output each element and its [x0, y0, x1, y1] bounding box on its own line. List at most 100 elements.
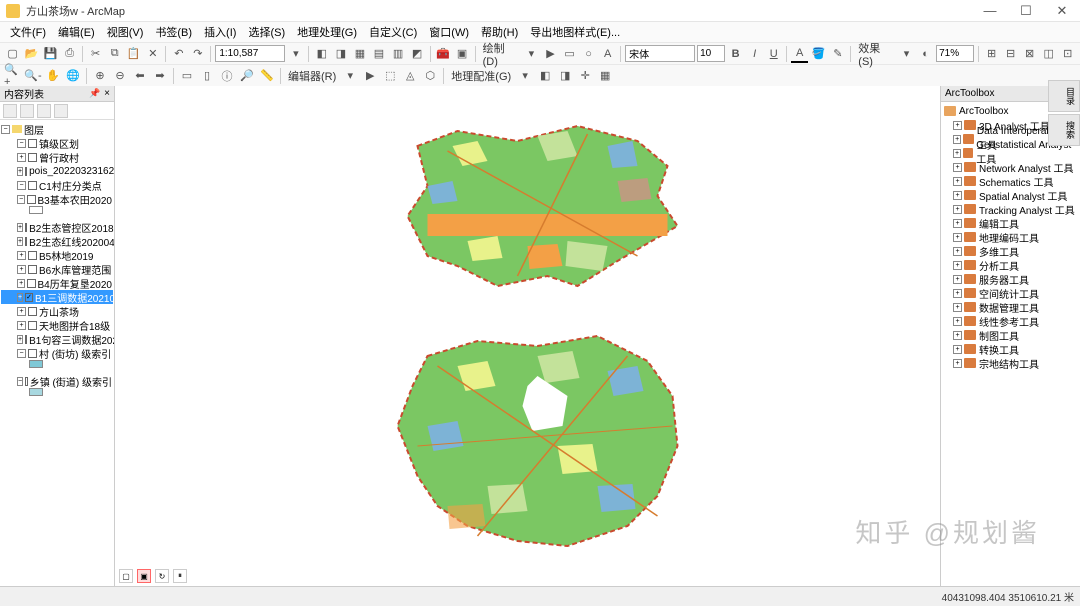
underline-icon[interactable]: U — [765, 45, 782, 63]
layer-item[interactable]: +B1三调数据202107 — [1, 290, 113, 304]
edit-arrow-icon[interactable]: ▶ — [361, 67, 379, 85]
tool4-icon[interactable]: ▤ — [370, 45, 387, 63]
new-icon[interactable]: ▢ — [4, 45, 21, 63]
zoom-in-icon[interactable]: 🔍+ — [4, 67, 22, 85]
menu-item[interactable]: 自定义(C) — [364, 23, 422, 41]
font-select[interactable] — [625, 45, 695, 62]
georef-label[interactable]: 地理配准(G) — [448, 68, 514, 84]
menu-item[interactable]: 帮助(H) — [476, 23, 523, 41]
open-icon[interactable]: 📂 — [23, 45, 40, 63]
snap5-icon[interactable]: ⊡ — [1059, 45, 1076, 63]
snap4-icon[interactable]: ◫ — [1040, 45, 1057, 63]
tool2-icon[interactable]: ◨ — [332, 45, 349, 63]
zoom-out-icon[interactable]: 🔍- — [24, 67, 42, 85]
effects-pct[interactable] — [936, 45, 974, 62]
edit3-icon[interactable]: ⬡ — [421, 67, 439, 85]
map-canvas[interactable]: ▢ ▣ ↻ ⏸ — [115, 86, 940, 586]
layer-item[interactable]: +方山茶场 — [1, 304, 113, 318]
layer-item[interactable]: −乡镇 (街道) 级索引 — [1, 374, 113, 388]
menu-item[interactable]: 地理处理(G) — [292, 23, 362, 41]
panel-close-icon[interactable]: × — [104, 88, 110, 99]
draw-dropdown-icon[interactable]: ▾ — [523, 45, 540, 63]
print-icon[interactable]: ⎙ — [61, 45, 78, 63]
toolbox-icon[interactable]: 🧰 — [435, 45, 452, 63]
toc-view1-icon[interactable] — [3, 104, 17, 118]
pan-icon[interactable]: ✋ — [44, 67, 62, 85]
select-icon[interactable]: ▭ — [178, 67, 196, 85]
toc-root[interactable]: −图层 — [1, 122, 113, 136]
toolbox-item[interactable]: +Schematics 工具 — [943, 174, 1078, 188]
refresh-button[interactable]: ↻ — [155, 569, 169, 583]
measure-icon[interactable]: 📏 — [258, 67, 276, 85]
tool3-icon[interactable]: ▦ — [351, 45, 368, 63]
snap2-icon[interactable]: ⊟ — [1002, 45, 1019, 63]
python-icon[interactable]: ▣ — [454, 45, 471, 63]
effects-label[interactable]: 效果(S) — [855, 40, 896, 68]
toc-view3-icon[interactable] — [37, 104, 51, 118]
circle-icon[interactable]: ○ — [580, 45, 597, 63]
italic-icon[interactable]: I — [746, 45, 763, 63]
layer-item[interactable]: −镇级区划 — [1, 136, 113, 150]
prev-extent-icon[interactable]: ⬅ — [131, 67, 149, 85]
layer-item[interactable]: +B2生态管控区2018 — [1, 220, 113, 234]
layer-item[interactable]: −B3基本农田2020 — [1, 192, 113, 206]
side-tab-search[interactable]: 搜索 — [1048, 114, 1080, 146]
gr1-icon[interactable]: ◧ — [536, 67, 554, 85]
toolbox-item[interactable]: +数据管理工具 — [943, 300, 1078, 314]
layer-item[interactable]: +B1句容三调数据202012 — [1, 332, 113, 346]
toolbox-item[interactable]: +Spatial Analyst 工具 — [943, 188, 1078, 202]
full-extent-icon[interactable]: 🌐 — [64, 67, 82, 85]
menu-item[interactable]: 书签(B) — [150, 23, 197, 41]
save-icon[interactable]: 💾 — [42, 45, 59, 63]
toolbox-item[interactable]: +地理编码工具 — [943, 230, 1078, 244]
layer-item[interactable]: +天地图拼合18级 — [1, 318, 113, 332]
gr4-icon[interactable]: ▦ — [596, 67, 614, 85]
fontcolor-icon[interactable]: A — [791, 45, 808, 63]
layer-item[interactable]: +曾行政村 — [1, 150, 113, 164]
rect-icon[interactable]: ▭ — [561, 45, 578, 63]
layout-view-button[interactable]: ▣ — [137, 569, 151, 583]
side-tab-catalog[interactable]: 目录 — [1048, 80, 1080, 112]
scale-dropdown-icon[interactable]: ▾ — [287, 45, 304, 63]
toolbox-item[interactable]: +Network Analyst 工具 — [943, 160, 1078, 174]
toolbox-item[interactable]: +分析工具 — [943, 258, 1078, 272]
menu-item[interactable]: 插入(I) — [199, 23, 241, 41]
snap1-icon[interactable]: ⊞ — [983, 45, 1000, 63]
undo-icon[interactable]: ↶ — [170, 45, 187, 63]
menu-item[interactable]: 编辑(E) — [53, 23, 100, 41]
maximize-button[interactable]: ☐ — [1014, 3, 1038, 19]
identify-icon[interactable]: ⓘ — [218, 67, 236, 85]
clear-sel-icon[interactable]: ▯ — [198, 67, 216, 85]
layer-item[interactable]: +B4历年复垦2020 — [1, 276, 113, 290]
toolbox-item[interactable]: +制图工具 — [943, 328, 1078, 342]
tool5-icon[interactable]: ▥ — [390, 45, 407, 63]
pointer-icon[interactable]: ▶ — [542, 45, 559, 63]
paste-icon[interactable]: 📋 — [125, 45, 142, 63]
toolbox-item[interactable]: +Tracking Analyst 工具 — [943, 202, 1078, 216]
menu-item[interactable]: 选择(S) — [243, 23, 290, 41]
pause-button[interactable]: ⏸ — [173, 569, 187, 583]
layer-item[interactable]: +pois_20220323162945 — [1, 164, 113, 178]
scale-input[interactable] — [215, 45, 285, 62]
cut-icon[interactable]: ✂ — [87, 45, 104, 63]
toolbox-item[interactable]: +线性参考工具 — [943, 314, 1078, 328]
menu-item[interactable]: 文件(F) — [5, 23, 51, 41]
copy-icon[interactable]: ⧉ — [106, 45, 123, 63]
gr2-icon[interactable]: ◨ — [556, 67, 574, 85]
fixed-zoom-out-icon[interactable]: ⊖ — [111, 67, 129, 85]
edit1-icon[interactable]: ⬚ — [381, 67, 399, 85]
editor-label[interactable]: 编辑器(R) — [285, 68, 339, 84]
minimize-button[interactable]: — — [978, 3, 1002, 19]
effects-dropdown-icon[interactable]: ▾ — [898, 45, 915, 63]
georef-dropdown-icon[interactable]: ▾ — [516, 67, 534, 85]
layer-item[interactable]: +B6水库管理范围 — [1, 262, 113, 276]
layer-item[interactable]: +B5林地2019 — [1, 248, 113, 262]
layer-item[interactable]: +B2生态红线202004 — [1, 234, 113, 248]
dim-icon[interactable]: ◐ — [917, 45, 934, 63]
toolbox-item[interactable]: +转换工具 — [943, 342, 1078, 356]
toc-view4-icon[interactable] — [54, 104, 68, 118]
toc-view2-icon[interactable] — [20, 104, 34, 118]
toolbox-item[interactable]: +空间统计工具 — [943, 286, 1078, 300]
close-button[interactable]: ✕ — [1050, 3, 1074, 19]
fill-icon[interactable]: 🪣 — [810, 45, 827, 63]
